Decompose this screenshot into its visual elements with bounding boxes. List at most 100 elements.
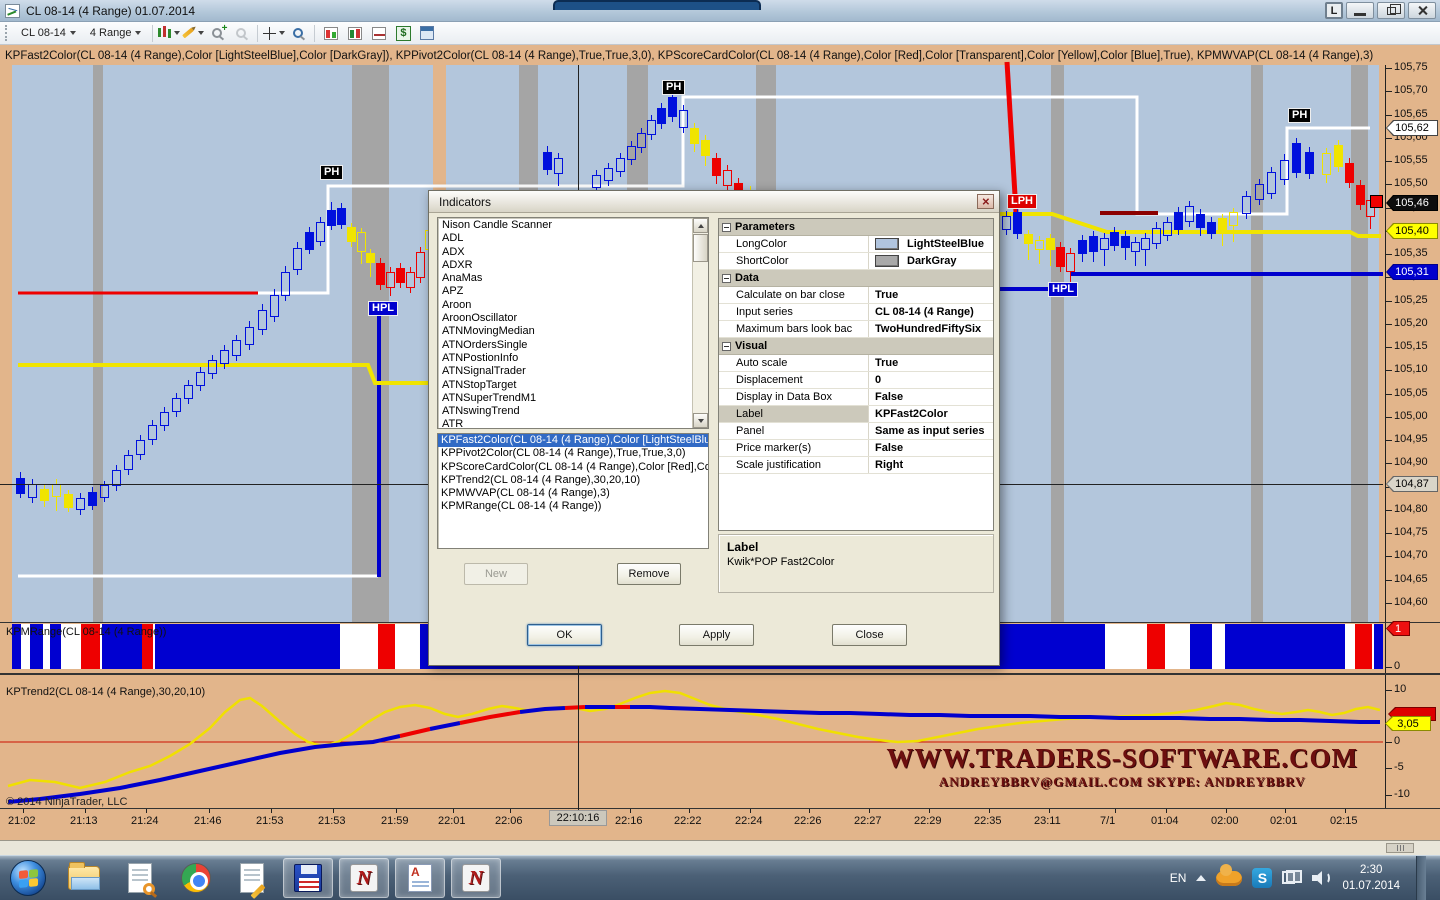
configured-indicator-item[interactable]: KPFast2Color(CL 08-14 (4 Range),Color [L… <box>438 434 708 447</box>
line-chart-button[interactable] <box>368 24 390 43</box>
taskbar-item-floppy-app[interactable] <box>283 858 333 898</box>
available-indicator-item[interactable]: ATNswingTrend <box>439 405 691 418</box>
ok-button[interactable]: OK <box>527 624 602 646</box>
link-window-button[interactable]: L <box>1325 2 1343 19</box>
zoom-in-button[interactable]: + <box>206 24 228 43</box>
skype-icon[interactable]: S <box>1252 868 1272 888</box>
apply-button[interactable]: Apply <box>679 624 754 646</box>
background-window-tab[interactable] <box>553 0 761 10</box>
configured-indicator-item[interactable]: KPTrend2(CL 08-14 (4 Range),30,20,10) <box>438 474 708 487</box>
snap-button[interactable] <box>287 24 309 43</box>
configured-indicator-item[interactable]: KPScoreCardColor(CL 08-14 (4 Range),Colo… <box>438 461 708 474</box>
market-analyzer-button[interactable] <box>344 24 366 43</box>
taskbar-item-notepad[interactable] <box>227 858 277 898</box>
data-grid-button[interactable] <box>416 24 438 43</box>
show-desktop-button[interactable] <box>1416 856 1426 900</box>
property-value[interactable]: False <box>869 389 993 405</box>
configured-indicator-item[interactable]: KPPivot2Color(CL 08-14 (4 Range),True,Tr… <box>438 447 708 460</box>
scrollbar-thumb[interactable] <box>693 234 708 262</box>
available-indicator-item[interactable]: ATNSuperTrendM1 <box>439 392 691 405</box>
available-indicator-item[interactable]: ATNSignalTrader <box>439 365 691 378</box>
start-button[interactable] <box>3 858 53 898</box>
property-row[interactable]: Input seriesCL 08-14 (4 Range) <box>719 304 993 321</box>
close-dialog-button[interactable]: Close <box>832 624 907 646</box>
chart-trader-button[interactable] <box>320 24 342 43</box>
scroll-grip-icon[interactable] <box>1386 843 1414 853</box>
list-scrollbar[interactable] <box>692 218 708 428</box>
volume-icon[interactable] <box>1312 869 1332 887</box>
property-row[interactable]: Display in Data BoxFalse <box>719 389 993 406</box>
property-row[interactable]: LabelKPFast2Color <box>719 406 993 423</box>
property-row[interactable]: Price marker(s)False <box>719 440 993 457</box>
taskbar-item-ninjatrader-2[interactable]: N <box>451 858 501 898</box>
property-row[interactable]: Scale justificationRight <box>719 457 993 474</box>
available-indicators-list[interactable]: Nison Candle ScannerADLADXADXRAnaMasAPZA… <box>437 217 709 429</box>
property-value[interactable]: True <box>869 355 993 371</box>
panel-separator[interactable] <box>0 673 1440 675</box>
account-button[interactable]: $ <box>392 24 414 43</box>
property-value[interactable]: DarkGray <box>869 253 993 269</box>
chart-style-button[interactable] <box>158 24 180 43</box>
available-indicator-item[interactable]: ATNStopTarget <box>439 379 691 392</box>
remove-button[interactable]: Remove <box>617 563 681 585</box>
configured-indicator-item[interactable]: KPMWVAP(CL 08-14 (4 Range),3) <box>438 487 708 500</box>
taskbar-item-editor[interactable] <box>395 858 445 898</box>
property-value[interactable]: Right <box>869 457 993 473</box>
property-value[interactable]: KPFast2Color <box>869 406 993 422</box>
taskbar-item-explorer[interactable] <box>59 858 109 898</box>
property-row[interactable]: Displacement0 <box>719 372 993 389</box>
drawing-tools-button[interactable] <box>182 24 204 43</box>
configured-indicators-list[interactable]: KPFast2Color(CL 08-14 (4 Range),Color [L… <box>437 433 709 549</box>
property-value[interactable]: CL 08-14 (4 Range) <box>869 304 993 320</box>
scroll-down-icon[interactable] <box>693 413 708 428</box>
property-row[interactable]: LongColorLightSteelBlue <box>719 236 993 253</box>
properties-grid[interactable]: ParametersLongColorLightSteelBlueShortCo… <box>718 218 994 531</box>
available-indicator-item[interactable]: AroonOscillator <box>439 312 691 325</box>
property-section-data[interactable]: Data <box>719 270 993 287</box>
dialog-titlebar[interactable]: Indicators <box>429 191 999 213</box>
restore-button[interactable] <box>1377 2 1405 19</box>
dialog-close-button[interactable] <box>977 194 994 209</box>
available-indicator-item[interactable]: ADL <box>439 232 691 245</box>
zoom-out-button[interactable] <box>230 24 252 43</box>
hidden-icons-arrow-icon[interactable] <box>1196 875 1206 881</box>
network-icon[interactable] <box>1282 870 1302 886</box>
available-indicator-item[interactable]: Nison Candle Scanner <box>439 219 691 232</box>
cloud-tray-icon[interactable] <box>1216 871 1242 886</box>
collapse-icon[interactable] <box>722 274 731 283</box>
property-section-parameters[interactable]: Parameters <box>719 219 993 236</box>
available-indicator-item[interactable]: ADX <box>439 246 691 259</box>
property-row[interactable]: ShortColorDarkGray <box>719 253 993 270</box>
horizontal-scroll-strip[interactable] <box>0 840 1440 855</box>
toolbar-grip[interactable] <box>5 25 9 41</box>
property-value[interactable]: True <box>869 287 993 303</box>
available-indicator-item[interactable]: ADXR <box>439 259 691 272</box>
property-value[interactable]: TwoHundredFiftySix <box>869 321 993 337</box>
new-button[interactable]: New <box>464 563 528 585</box>
property-section-visual[interactable]: Visual <box>719 338 993 355</box>
configured-indicator-item[interactable]: KPMRange(CL 08-14 (4 Range)) <box>438 500 708 513</box>
taskbar-item-search[interactable] <box>115 858 165 898</box>
instrument-selector[interactable]: CL 08-14 <box>14 24 83 42</box>
property-row[interactable]: Auto scaleTrue <box>719 355 993 372</box>
collapse-icon[interactable] <box>722 342 731 351</box>
period-selector[interactable]: 4 Range <box>83 24 149 42</box>
available-indicator-item[interactable]: Aroon <box>439 299 691 312</box>
scroll-up-icon[interactable] <box>693 218 708 233</box>
taskbar-item-chrome[interactable] <box>171 858 221 898</box>
property-value[interactable]: 0 <box>869 372 993 388</box>
property-value[interactable]: False <box>869 440 993 456</box>
language-indicator[interactable]: EN <box>1170 871 1187 885</box>
cursor-mode-button[interactable] <box>263 24 285 43</box>
property-row[interactable]: PanelSame as input series <box>719 423 993 440</box>
taskbar-item-ninjatrader[interactable]: N <box>339 858 389 898</box>
property-row[interactable]: Maximum bars look bacTwoHundredFiftySix <box>719 321 993 338</box>
property-value[interactable]: LightSteelBlue <box>869 236 993 252</box>
property-row[interactable]: Calculate on bar closeTrue <box>719 287 993 304</box>
close-button[interactable] <box>1408 2 1436 19</box>
available-indicator-item[interactable]: APZ <box>439 285 691 298</box>
minimize-button[interactable] <box>1346 2 1374 19</box>
property-value[interactable]: Same as input series <box>869 423 993 439</box>
available-indicator-item[interactable]: ATNMovingMedian <box>439 325 691 338</box>
tray-clock[interactable]: 2:30 01.07.2014 <box>1342 862 1400 894</box>
